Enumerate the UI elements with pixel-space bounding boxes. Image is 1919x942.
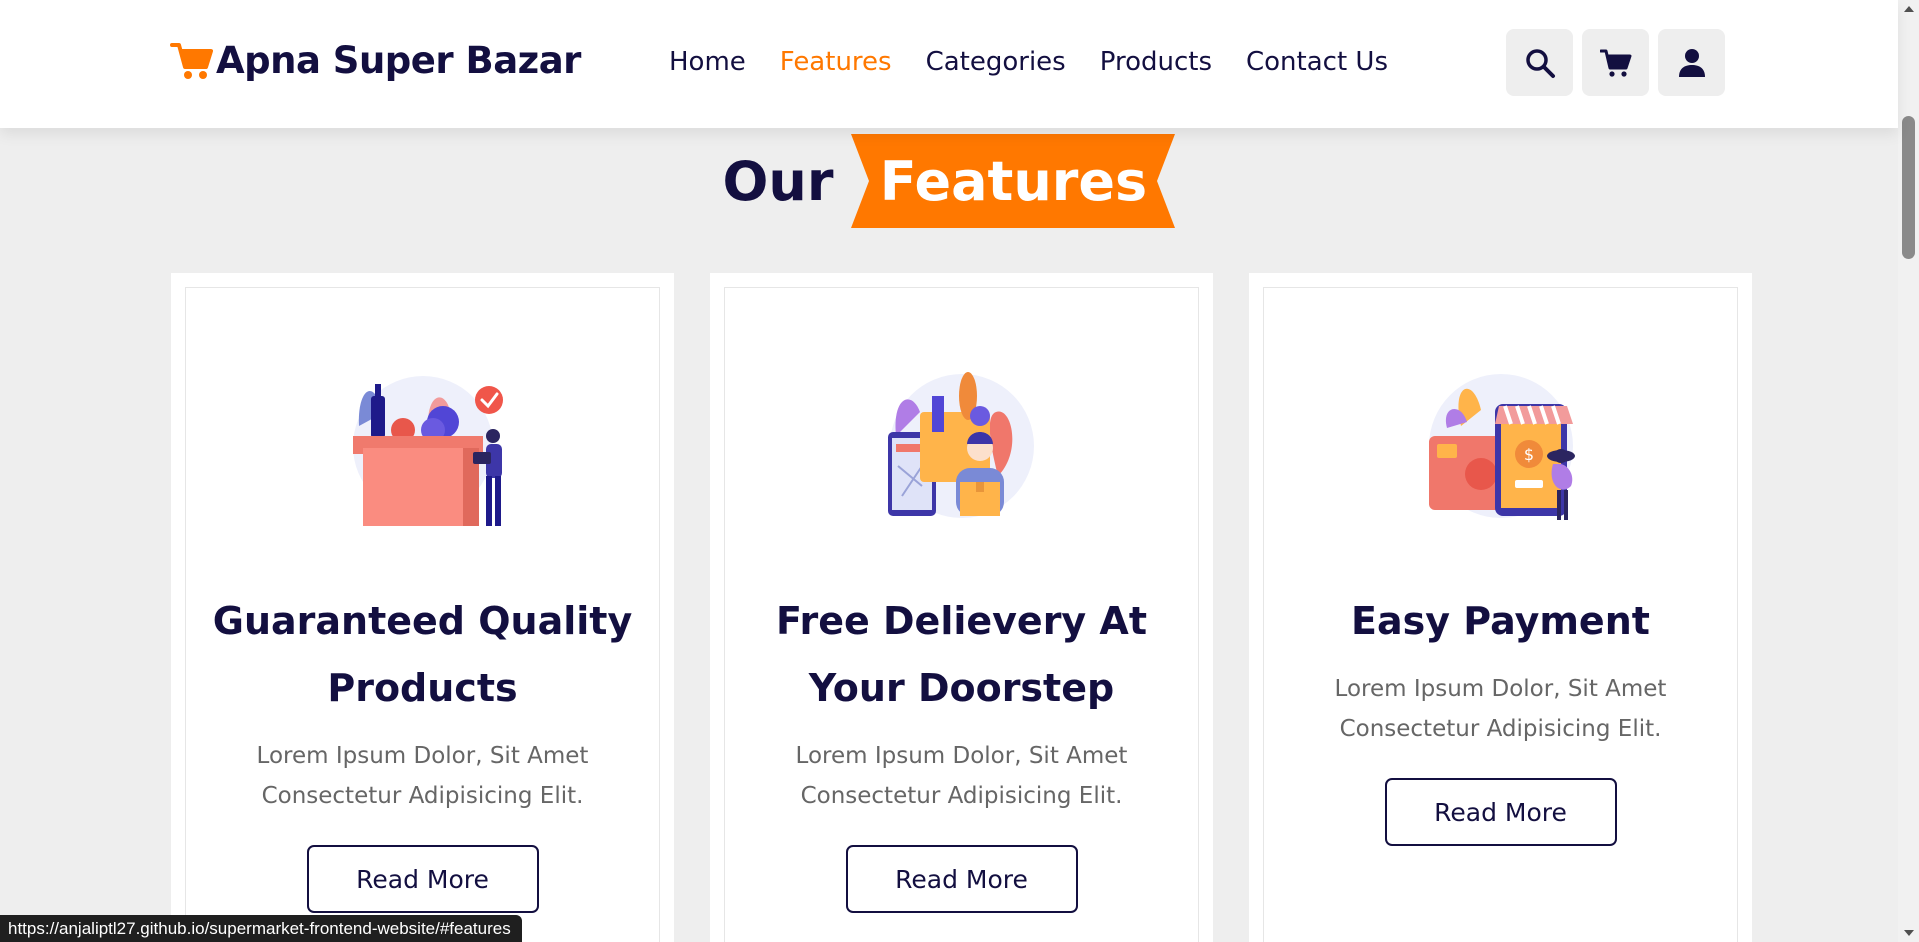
heading-highlight-text: Features	[879, 149, 1148, 213]
feature-title: Free Delievery At Your Doorstep	[775, 599, 1148, 710]
grocery-box-illustration	[352, 376, 503, 526]
delivery-illustration	[887, 372, 1034, 518]
search-icon	[1525, 48, 1555, 78]
read-more-button[interactable]: Read More	[845, 845, 1078, 913]
cart-icon	[1599, 49, 1631, 77]
feature-card-quality: Guaranteed Quality Products Lorem Ipsum …	[171, 273, 674, 942]
read-more-button[interactable]: Read More	[1384, 778, 1617, 846]
heading-highlight-badge: Features	[851, 134, 1176, 228]
section-heading: Our Features	[0, 134, 1898, 228]
header-icons	[1506, 29, 1725, 96]
scroll-down-arrow-icon[interactable]	[1904, 930, 1914, 936]
card-inner: Free Delievery At Your Doorstep Lorem Ip…	[724, 287, 1199, 942]
svg-text:$: $	[1523, 445, 1533, 464]
site-header: Apna Super Bazar Home Features Categorie…	[0, 0, 1898, 128]
heading-plain-text: Our	[722, 149, 834, 213]
feature-card-payment: $ Easy Payment Lorem Ipsum Dolor, Sit Am…	[1249, 273, 1752, 942]
status-bar-url: https://anjaliptl27.github.io/supermarke…	[0, 915, 522, 942]
scroll-up-arrow-icon[interactable]	[1904, 6, 1914, 12]
scrollbar-thumb[interactable]	[1902, 116, 1915, 259]
card-inner: Guaranteed Quality Products Lorem Ipsum …	[185, 287, 660, 942]
feature-title: Easy Payment	[1351, 599, 1650, 643]
feature-description: Lorem Ipsum Dolor, Sit Amet Consectetur …	[256, 743, 589, 809]
nav-link-categories[interactable]: Categories	[926, 44, 1066, 80]
main-navigation: Home Features Categories Products Contac…	[669, 44, 1422, 80]
brand-logo[interactable]: Apna Super Bazar	[170, 38, 581, 82]
nav-link-features[interactable]: Features	[780, 44, 892, 80]
user-icon	[1678, 48, 1705, 77]
card-inner: $ Easy Payment Lorem Ipsum Dolor, Sit Am…	[1263, 287, 1738, 942]
user-button[interactable]	[1658, 29, 1725, 96]
vertical-scrollbar[interactable]	[1898, 0, 1919, 942]
features-section: Guaranteed Quality Products Lorem Ipsum …	[171, 273, 1752, 942]
cart-button[interactable]	[1582, 29, 1649, 96]
feature-title: Guaranteed Quality Products	[212, 599, 633, 710]
nav-link-home[interactable]: Home	[669, 44, 746, 80]
feature-card-delivery: Free Delievery At Your Doorstep Lorem Ip…	[710, 273, 1213, 942]
shopping-cart-icon	[170, 43, 213, 79]
feature-description: Lorem Ipsum Dolor, Sit Amet Consectetur …	[795, 743, 1128, 809]
brand-name: Apna Super Bazar	[216, 38, 581, 82]
payment-illustration: $	[1428, 374, 1575, 520]
read-more-button[interactable]: Read More	[306, 845, 539, 913]
nav-link-contact-us[interactable]: Contact Us	[1246, 44, 1388, 80]
search-button[interactable]	[1506, 29, 1573, 96]
nav-link-products[interactable]: Products	[1100, 44, 1212, 80]
feature-description: Lorem Ipsum Dolor, Sit Amet Consectetur …	[1334, 676, 1667, 742]
